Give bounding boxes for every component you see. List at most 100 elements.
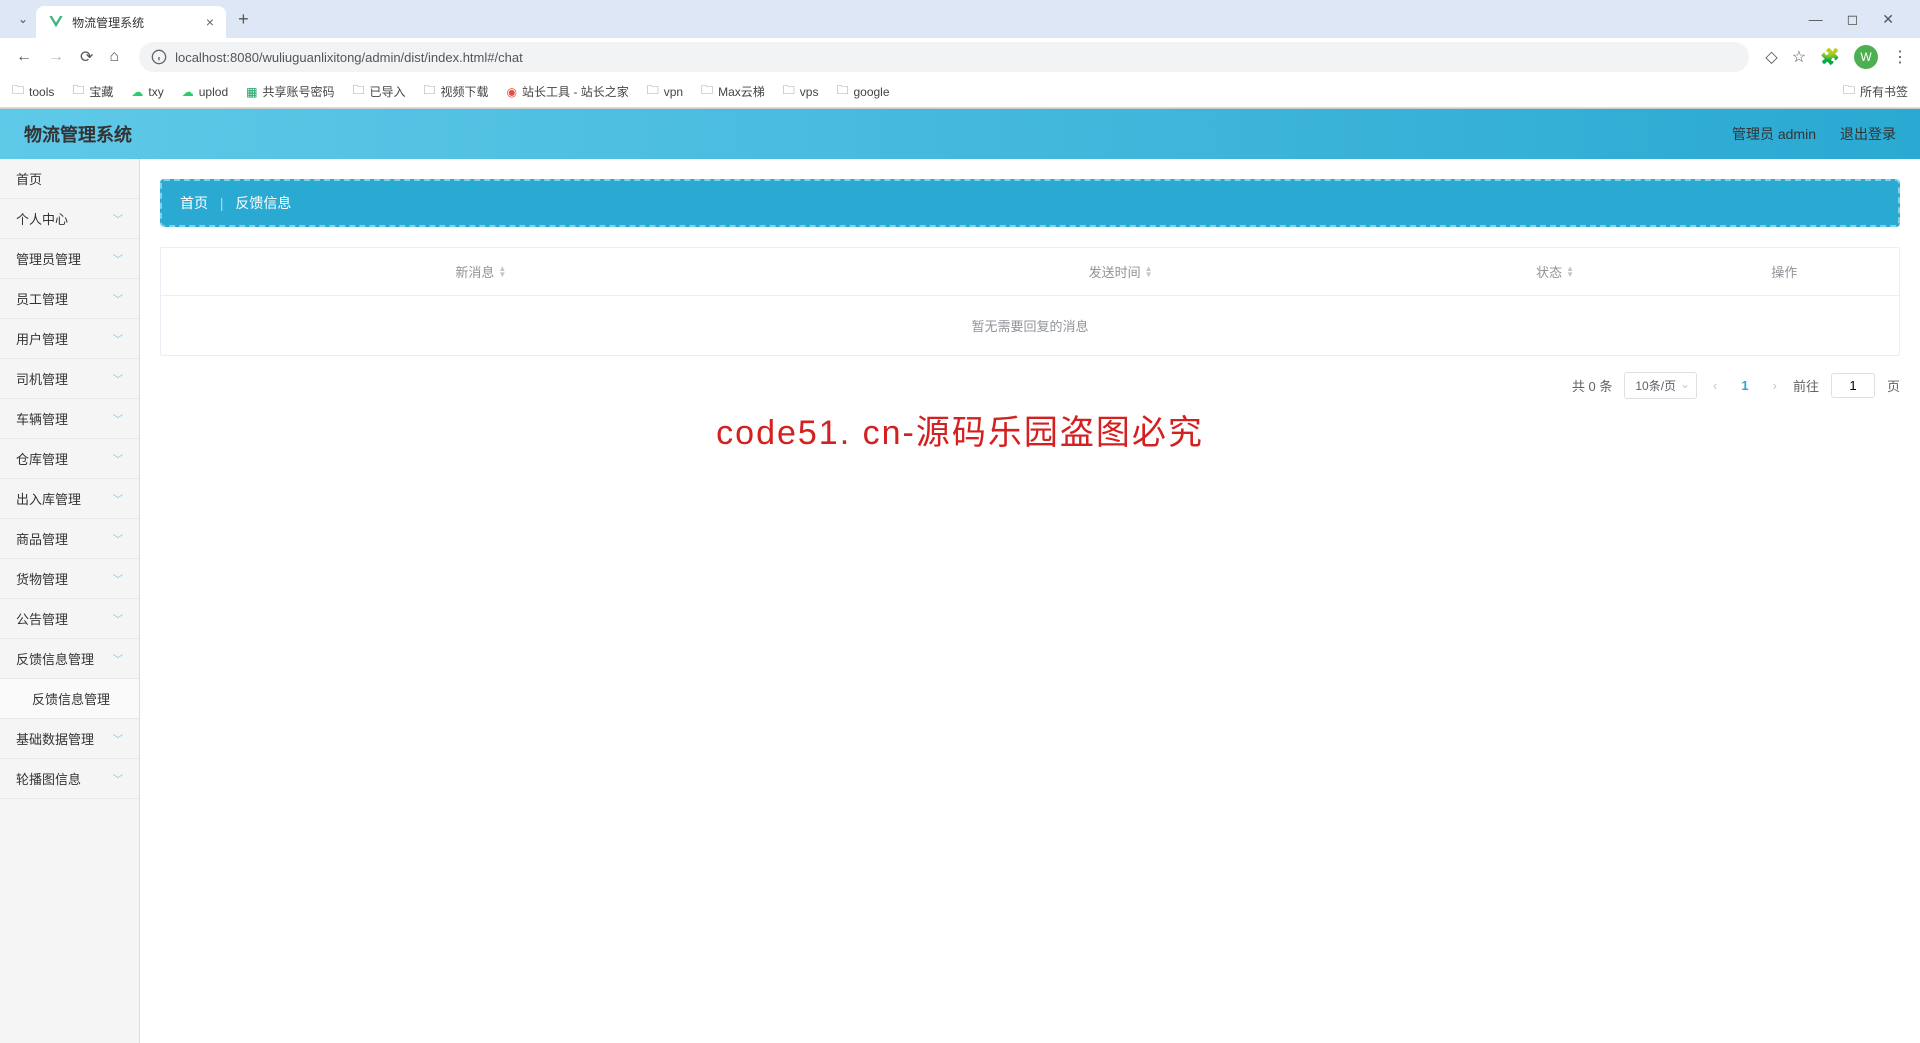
- sidebar-item-14[interactable]: 基础数据管理﹀: [0, 719, 139, 759]
- prev-page-icon[interactable]: ‹: [1709, 378, 1721, 393]
- sidebar-item-15[interactable]: 轮播图信息﹀: [0, 759, 139, 799]
- maximize-icon[interactable]: ◻: [1847, 11, 1859, 28]
- bookmark-vpn[interactable]: 🗀vpn: [647, 81, 683, 102]
- sidebar-item-13[interactable]: 反馈信息管理: [0, 679, 139, 719]
- reload-icon[interactable]: ⟳: [76, 43, 97, 71]
- new-tab-button[interactable]: +: [226, 9, 261, 30]
- sidebar-item-label: 车辆管理: [16, 409, 68, 428]
- column-new-message[interactable]: 新消息▲▼: [161, 248, 801, 295]
- forward-icon[interactable]: →: [44, 44, 68, 70]
- bookmarks-bar: 🗀tools 🗀宝藏 ☁txy ☁uplod ▦共享账号密码 🗀已导入 🗀视频下…: [0, 76, 1920, 108]
- chevron-down-icon: ﹀: [113, 771, 123, 786]
- url-field[interactable]: localhost:8080/wuliuguanlixitong/admin/d…: [139, 42, 1749, 72]
- breadcrumb-separator: |: [220, 195, 224, 211]
- pagination: 共 0 条 10条/页 ‹ 1 › 前往 页: [160, 356, 1900, 415]
- url-text: localhost:8080/wuliuguanlixitong/admin/d…: [175, 50, 523, 65]
- bookmark-imported[interactable]: 🗀已导入: [352, 81, 405, 102]
- bookmark-star-icon[interactable]: ☆: [1792, 47, 1806, 67]
- sidebar-item-10[interactable]: 货物管理 ﹀: [0, 559, 139, 599]
- bookmark-share[interactable]: ▦共享账号密码: [246, 83, 334, 100]
- bookmark-baozang[interactable]: 🗀宝藏: [72, 81, 113, 102]
- window-controls: — ◻ ✕: [1809, 11, 1910, 28]
- minimize-icon[interactable]: —: [1809, 11, 1823, 28]
- profile-avatar[interactable]: W: [1854, 45, 1878, 69]
- folder-icon: 🗀: [12, 81, 24, 102]
- breadcrumb-home[interactable]: 首页: [180, 195, 208, 211]
- chevron-down-icon: ﹀: [113, 571, 123, 586]
- chevron-down-icon: ﹀: [113, 251, 123, 266]
- bookmark-video[interactable]: 🗀视频下载: [424, 81, 489, 102]
- bookmark-txy[interactable]: ☁txy: [131, 85, 163, 99]
- folder-icon: 🗀: [72, 81, 84, 102]
- sort-icon[interactable]: ▲▼: [1145, 266, 1153, 278]
- column-action: 操作: [1670, 248, 1899, 295]
- sidebar-item-5[interactable]: 司机管理 ﹀: [0, 359, 139, 399]
- sidebar-item-2[interactable]: 管理员管理 ﹀: [0, 239, 139, 279]
- sidebar-item-8[interactable]: 出入库管理 ﹀: [0, 479, 139, 519]
- data-table: 新消息▲▼ 发送时间▲▼ 状态▲▼ 操作 暂无需要回复的消息: [160, 247, 1900, 356]
- sidebar-item-label: 员工管理: [16, 289, 68, 308]
- sidebar-item-4[interactable]: 用户管理﹀: [0, 319, 139, 359]
- bookmark-seo[interactable]: ◉站长工具 - 站长之家: [507, 83, 629, 100]
- sidebar-item-label: 管理员管理: [16, 249, 81, 268]
- home-icon[interactable]: ⌂: [105, 44, 123, 70]
- gift-icon[interactable]: ◇: [1765, 47, 1777, 67]
- user-info[interactable]: 管理员 admin: [1732, 124, 1816, 144]
- browser-chrome: ⌄ 物流管理系统 × + — ◻ ✕ ← → ⟳ ⌂ localhost:808…: [0, 0, 1920, 109]
- site-icon: ◉: [507, 85, 517, 99]
- sidebar-item-label: 基础数据管理: [16, 729, 94, 748]
- back-icon[interactable]: ←: [12, 44, 36, 70]
- chevron-down-icon: ﹀: [113, 491, 123, 506]
- logout-button[interactable]: 退出登录: [1840, 124, 1896, 144]
- column-status[interactable]: 状态▲▼: [1441, 248, 1670, 295]
- chevron-down-icon: ﹀: [113, 451, 123, 466]
- sidebar-item-12[interactable]: 反馈信息管理﹀: [0, 639, 139, 679]
- tab-bar: ⌄ 物流管理系统 × + — ◻ ✕: [0, 0, 1920, 38]
- sidebar-item-label: 出入库管理: [16, 489, 81, 508]
- sidebar-item-1[interactable]: 个人中心﹀: [0, 199, 139, 239]
- extensions-icon[interactable]: 🧩: [1820, 47, 1840, 67]
- app-header: 物流管理系统 管理员 admin 退出登录: [0, 109, 1920, 159]
- close-icon[interactable]: ×: [206, 14, 214, 30]
- bookmark-uplod[interactable]: ☁uplod: [182, 85, 228, 99]
- sidebar-item-label: 司机管理: [16, 369, 68, 388]
- sidebar-item-9[interactable]: 商品管理﹀: [0, 519, 139, 559]
- bookmark-max[interactable]: 🗀Max云梯: [701, 81, 765, 102]
- current-page[interactable]: 1: [1733, 378, 1756, 393]
- bookmark-google[interactable]: 🗀google: [836, 81, 889, 102]
- next-page-icon[interactable]: ›: [1769, 378, 1781, 393]
- goto-page-input[interactable]: [1831, 373, 1875, 398]
- chevron-down-icon: ﹀: [113, 651, 123, 666]
- sidebar-item-11[interactable]: 公告管理﹀: [0, 599, 139, 639]
- table-empty-text: 暂无需要回复的消息: [161, 296, 1899, 355]
- app-body: 首页个人中心﹀管理员管理﹀员工管理﹀用户管理﹀司机管理﹀车辆管理﹀仓库管理﹀出入…: [0, 159, 1920, 1043]
- bookmark-tools[interactable]: 🗀tools: [12, 81, 54, 102]
- sort-icon[interactable]: ▲▼: [1566, 266, 1574, 278]
- sidebar-item-6[interactable]: 车辆管理﹀: [0, 399, 139, 439]
- chevron-down-icon: ﹀: [113, 291, 123, 306]
- all-bookmarks[interactable]: 🗀所有书签: [1843, 81, 1908, 102]
- menu-icon[interactable]: ⋮: [1892, 47, 1908, 67]
- sidebar-item-3[interactable]: 员工管理 ﹀: [0, 279, 139, 319]
- folder-icon: 🗀: [647, 81, 659, 102]
- sidebar-item-label: 货物管理: [16, 569, 68, 588]
- cloud-icon: ☁: [182, 85, 194, 99]
- cloud-icon: ☁: [131, 85, 143, 99]
- page-size-select[interactable]: 10条/页: [1624, 372, 1697, 399]
- folder-icon: 🗀: [836, 81, 848, 102]
- folder-icon: 🗀: [783, 81, 795, 102]
- browser-tab[interactable]: 物流管理系统 ×: [36, 6, 226, 38]
- table-header: 新消息▲▼ 发送时间▲▼ 状态▲▼ 操作: [161, 248, 1899, 296]
- sidebar-item-label: 商品管理: [16, 529, 68, 548]
- sort-icon[interactable]: ▲▼: [498, 266, 506, 278]
- chevron-down-icon: ﹀: [113, 371, 123, 386]
- sidebar-item-0[interactable]: 首页: [0, 159, 139, 199]
- tab-dropdown-icon[interactable]: ⌄: [10, 12, 36, 26]
- bookmark-vps[interactable]: 🗀vps: [783, 81, 819, 102]
- column-send-time[interactable]: 发送时间▲▼: [801, 248, 1441, 295]
- sidebar-item-7[interactable]: 仓库管理﹀: [0, 439, 139, 479]
- chevron-down-icon: ﹀: [113, 331, 123, 346]
- folder-icon: 🗀: [352, 81, 364, 102]
- site-info-icon[interactable]: [151, 49, 167, 65]
- close-window-icon[interactable]: ✕: [1882, 11, 1894, 28]
